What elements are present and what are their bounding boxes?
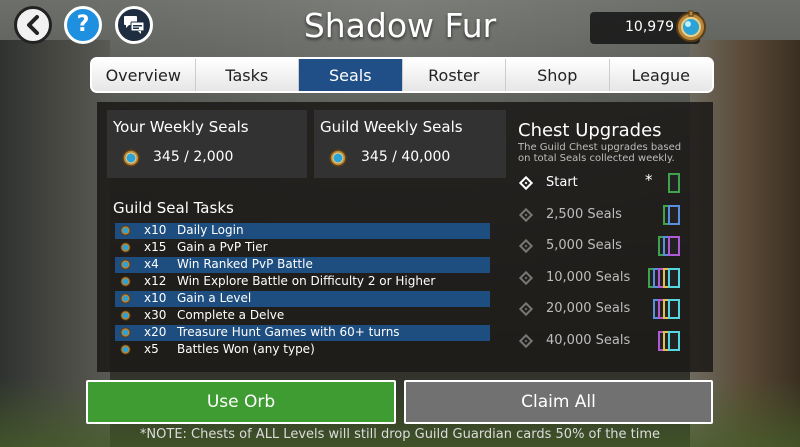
guild-seal-tasks-title: Guild Seal Tasks	[113, 199, 234, 217]
chest-tier: 20,000 Seals	[518, 299, 688, 323]
chest-tier-label: 20,000 Seals	[546, 301, 631, 316]
task-name: Gain a PvP Tier	[177, 240, 268, 254]
seal-icon	[120, 276, 131, 287]
seal-icon	[120, 344, 131, 355]
task-row: x10 Gain a Level	[115, 291, 490, 307]
seal-icon	[329, 149, 347, 167]
task-seal-count: x12	[144, 274, 167, 288]
diamond-bullet-icon	[518, 270, 534, 286]
chest-card	[668, 299, 680, 319]
chest-upgrades-description: The Guild Chest upgrades based	[518, 142, 682, 153]
task-seal-count: x4	[144, 257, 159, 271]
task-row: x12 Win Explore Battle on Difficulty 2 or…	[115, 274, 490, 290]
chest-tier-label: Start	[546, 175, 578, 190]
task-name: Gain a Level	[177, 291, 252, 305]
chest-tier-label: 5,000 Seals	[546, 238, 622, 253]
chest-tier: 2,500 Seals	[518, 205, 688, 229]
task-seal-count: x10	[144, 223, 167, 237]
chest-card	[668, 331, 680, 351]
task-seal-count: x30	[144, 308, 167, 322]
seal-icon	[122, 149, 140, 167]
task-name: Battles Won (any type)	[177, 342, 315, 356]
task-name: Treasure Hunt Games with 60+ turns	[177, 325, 400, 339]
task-row: x10 Daily Login	[115, 223, 490, 239]
diamond-bullet-icon	[518, 301, 534, 317]
use-orb-button[interactable]: Use Orb	[86, 380, 396, 424]
seal-icon	[120, 327, 131, 338]
claim-all-button[interactable]: Claim All	[404, 380, 713, 424]
chest-card	[668, 268, 680, 288]
diamond-bullet-icon	[518, 207, 534, 223]
task-row: x15 Gain a PvP Tier	[115, 240, 490, 256]
your-weekly-seals-value: 345 / 2,000	[153, 149, 234, 165]
tab-seals[interactable]: Seals	[299, 59, 403, 91]
chest-tier: 10,000 Seals	[518, 268, 688, 292]
task-name: Win Ranked PvP Battle	[177, 257, 313, 271]
task-seal-count: x20	[144, 325, 167, 339]
chest-tier: Start *	[518, 171, 688, 197]
chest-drop-note: *NOTE: Chests of ALL Levels will still d…	[139, 427, 661, 442]
task-name: Complete a Delve	[177, 308, 285, 322]
current-tier-marker: *	[645, 171, 653, 189]
your-weekly-seals-label: Your Weekly Seals	[113, 118, 249, 136]
tab-roster[interactable]: Roster	[402, 59, 506, 91]
tab-shop[interactable]: Shop	[506, 59, 610, 91]
task-row: x4 Win Ranked PvP Battle	[115, 257, 490, 273]
chest-tier: 5,000 Seals	[518, 236, 688, 260]
task-seal-count: x10	[144, 291, 167, 305]
chest-upgrades-description: on total Seals collected weekly.	[518, 153, 675, 164]
gold-amount: 10,979	[625, 19, 674, 35]
task-row: x20 Treasure Hunt Games with 60+ turns	[115, 325, 490, 341]
seal-icon	[120, 293, 131, 304]
task-seal-count: x5	[144, 342, 159, 356]
chest-tier-label: 2,500 Seals	[546, 207, 622, 222]
chest-card	[668, 205, 680, 225]
seal-icon	[120, 259, 131, 270]
chest-tier-label: 40,000 Seals	[546, 333, 631, 348]
tab-tasks[interactable]: Tasks	[195, 59, 299, 91]
chest-card	[668, 236, 680, 256]
guild-weekly-seals-value: 345 / 40,000	[361, 149, 451, 165]
seal-icon	[120, 225, 131, 236]
task-seal-count: x15	[144, 240, 167, 254]
task-row: x5 Battles Won (any type)	[115, 342, 490, 358]
seal-icon	[120, 242, 131, 253]
task-row: x30 Complete a Delve	[115, 308, 490, 324]
diamond-bullet-icon	[518, 333, 534, 349]
chest-upgrades-title: Chest Upgrades	[518, 120, 662, 141]
guild-weekly-seals-label: Guild Weekly Seals	[320, 118, 463, 136]
diamond-bullet-icon	[518, 238, 534, 254]
diamond-bullet-icon	[518, 175, 534, 191]
tab-overview[interactable]: Overview	[92, 59, 196, 91]
task-name: Win Explore Battle on Difficulty 2 or Hi…	[177, 274, 436, 288]
tab-league[interactable]: League	[609, 59, 712, 91]
chest-tier: 40,000 Seals	[518, 331, 688, 355]
chest-card	[668, 173, 680, 193]
chest-tier-label: 10,000 Seals	[546, 270, 631, 285]
tab-bar: Overview Tasks Seals Roster Shop League	[90, 57, 714, 93]
seal-coin-icon	[676, 10, 706, 42]
task-name: Daily Login	[177, 223, 244, 237]
seal-icon	[120, 310, 131, 321]
